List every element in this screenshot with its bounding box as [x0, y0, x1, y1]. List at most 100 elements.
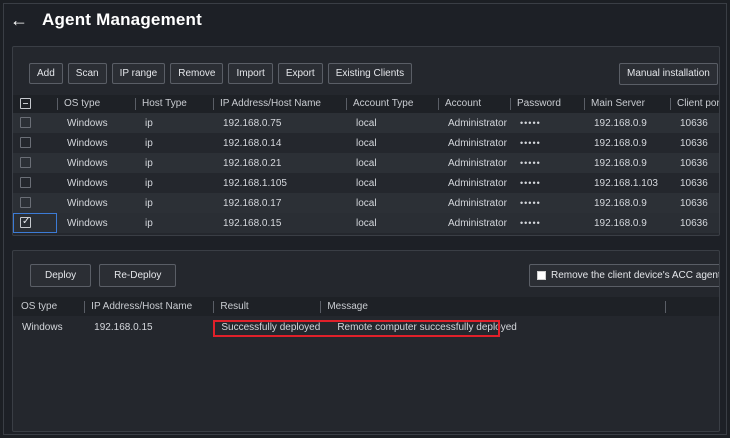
column-header[interactable]: IP Address/Host Name	[213, 98, 321, 110]
results-table: OS type IP Address/Host Name Result Mess…	[13, 297, 719, 334]
cell-account: Administrator	[448, 177, 507, 189]
cell-host-type: ip	[145, 197, 153, 209]
row-checkbox[interactable]	[20, 117, 31, 129]
cell-password: •••••	[520, 178, 541, 188]
cell-os: Windows	[67, 157, 108, 169]
select-all-checkbox[interactable]	[20, 98, 31, 110]
table-row[interactable]: Windows ip 192.168.0.21 local Administrator •…	[13, 153, 719, 173]
checkbox-icon[interactable]	[537, 271, 546, 280]
row-checkbox[interactable]	[20, 197, 31, 209]
cell-main-server: 192.168.0.9	[594, 217, 647, 229]
table-row[interactable]: Windows ip 192.168.0.17 local Administrator •…	[13, 193, 719, 213]
agents-table: OS type Host Type IP Address/Host Name A…	[13, 95, 719, 233]
cell-message: Remote computer successfully deployed	[337, 322, 517, 333]
cell-account: Administrator	[448, 157, 507, 169]
row-checkbox[interactable]	[20, 157, 31, 169]
cell-ip: 192.168.0.15	[223, 217, 282, 229]
cell-main-server: 192.168.0.9	[594, 117, 647, 129]
cell-result: Successfully deployed	[221, 322, 321, 333]
table-row[interactable]: Windows 192.168.0.15 Successfully deploy…	[13, 316, 719, 334]
column-header[interactable]: Account	[438, 98, 481, 110]
cell-os: Windows	[67, 177, 108, 189]
cell-main-server: 192.168.0.9	[594, 137, 647, 149]
agent-toolbar: Add Scan IP range Remove Import Export E…	[29, 63, 413, 85]
column-header[interactable]: IP Address/Host Name	[84, 300, 192, 313]
manual-installation-button[interactable]: Manual installation	[619, 63, 718, 85]
cell-host-type: ip	[145, 177, 153, 189]
results-table-header: OS type IP Address/Host Name Result Mess…	[13, 297, 719, 316]
cell-client-port: 10636	[680, 197, 708, 209]
cell-client-port: 10636	[680, 177, 708, 189]
export-button[interactable]: Export	[277, 63, 323, 84]
cell-ip: 192.168.0.21	[223, 157, 282, 169]
column-header[interactable]: Main Server	[584, 98, 645, 110]
row-checkbox[interactable]	[20, 216, 31, 229]
cell-account: Administrator	[448, 197, 507, 209]
cell-host-type: ip	[145, 157, 153, 169]
cell-password: •••••	[520, 218, 541, 228]
cell-client-port: 10636	[680, 137, 708, 149]
remove-button[interactable]: Remove	[170, 63, 224, 84]
add-button[interactable]: Add	[29, 63, 63, 84]
column-header[interactable]: Account Type	[346, 98, 413, 110]
cell-client-port: 10636	[680, 217, 708, 229]
column-header[interactable]: OS type	[13, 301, 57, 312]
cell-ip: 192.168.0.75	[223, 117, 282, 129]
cell-host-type: ip	[145, 117, 153, 129]
cell-password: •••••	[520, 118, 541, 128]
cell-client-port: 10636	[680, 117, 708, 129]
row-checkbox[interactable]	[20, 177, 31, 189]
cell-account-type: local	[356, 217, 377, 229]
table-row[interactable]: Windows ip 192.168.0.15 local Administrator •…	[13, 213, 719, 233]
cell-password: •••••	[520, 158, 541, 168]
redeploy-button[interactable]: Re-Deploy	[99, 264, 177, 287]
cell-ip: 192.168.0.17	[223, 197, 282, 209]
cell-os: Windows	[67, 137, 108, 149]
agents-panel: Add Scan IP range Remove Import Export E…	[12, 46, 720, 236]
cell-account-type: local	[356, 177, 377, 189]
ip-range-button[interactable]: IP range	[111, 63, 166, 84]
cell-ip: 192.168.0.14	[223, 137, 282, 149]
cell-main-server: 192.168.1.103	[594, 177, 658, 189]
cell-account: Administrator	[448, 217, 507, 229]
column-header[interactable]: OS type	[57, 98, 100, 110]
import-button[interactable]: Import	[228, 63, 273, 84]
cell-client-port: 10636	[680, 157, 708, 169]
scan-button[interactable]: Scan	[67, 63, 107, 84]
cell-password: •••••	[520, 138, 541, 148]
column-header[interactable]: Result	[213, 300, 249, 313]
column-header[interactable]: Password	[510, 98, 561, 110]
table-row[interactable]: Windows ip 192.168.1.105 local Administrator…	[13, 173, 719, 193]
cell-account-type: local	[356, 137, 377, 149]
agents-table-header: OS type Host Type IP Address/Host Name A…	[13, 95, 719, 113]
cell-os: Windows	[22, 322, 63, 333]
column-header[interactable]: Host Type	[135, 98, 187, 110]
agent-management-window: ← Agent Management Add Scan IP range Rem…	[3, 3, 727, 435]
back-arrow-icon[interactable]: ←	[10, 10, 30, 30]
deploy-panel: Deploy Re-Deploy Remove the client devic…	[12, 250, 720, 432]
column-header[interactable]: Client por	[670, 98, 719, 110]
cell-main-server: 192.168.0.9	[594, 157, 647, 169]
cell-account-type: local	[356, 117, 377, 129]
cell-host-type: ip	[145, 217, 153, 229]
cell-password: •••••	[520, 198, 541, 208]
table-row[interactable]: Windows ip 192.168.0.75 local Administrator •…	[13, 113, 719, 133]
cell-main-server: 192.168.0.9	[594, 197, 647, 209]
cell-os: Windows	[67, 217, 108, 229]
remove-client-agent-label: Remove the client device's ACC agent	[551, 270, 720, 281]
page-title: Agent Management	[42, 10, 202, 29]
existing-clients-button[interactable]: Existing Clients	[327, 63, 413, 84]
cell-host-type: ip	[145, 137, 153, 149]
cell-account: Administrator	[448, 117, 507, 129]
column-divider	[664, 300, 675, 313]
table-row[interactable]: Windows ip 192.168.0.14 local Administrator •…	[13, 133, 719, 153]
deploy-button[interactable]: Deploy	[30, 264, 92, 287]
row-checkbox[interactable]	[20, 137, 31, 149]
cell-os: Windows	[67, 197, 108, 209]
column-header[interactable]: Message	[320, 300, 368, 313]
cell-account: Administrator	[448, 137, 507, 149]
cell-account-type: local	[356, 157, 377, 169]
remove-client-agent-checkbox[interactable]: Remove the client device's ACC agent	[529, 264, 720, 287]
title-bar: ← Agent Management	[4, 4, 726, 38]
deploy-toolbar: Deploy Re-Deploy	[30, 264, 177, 287]
